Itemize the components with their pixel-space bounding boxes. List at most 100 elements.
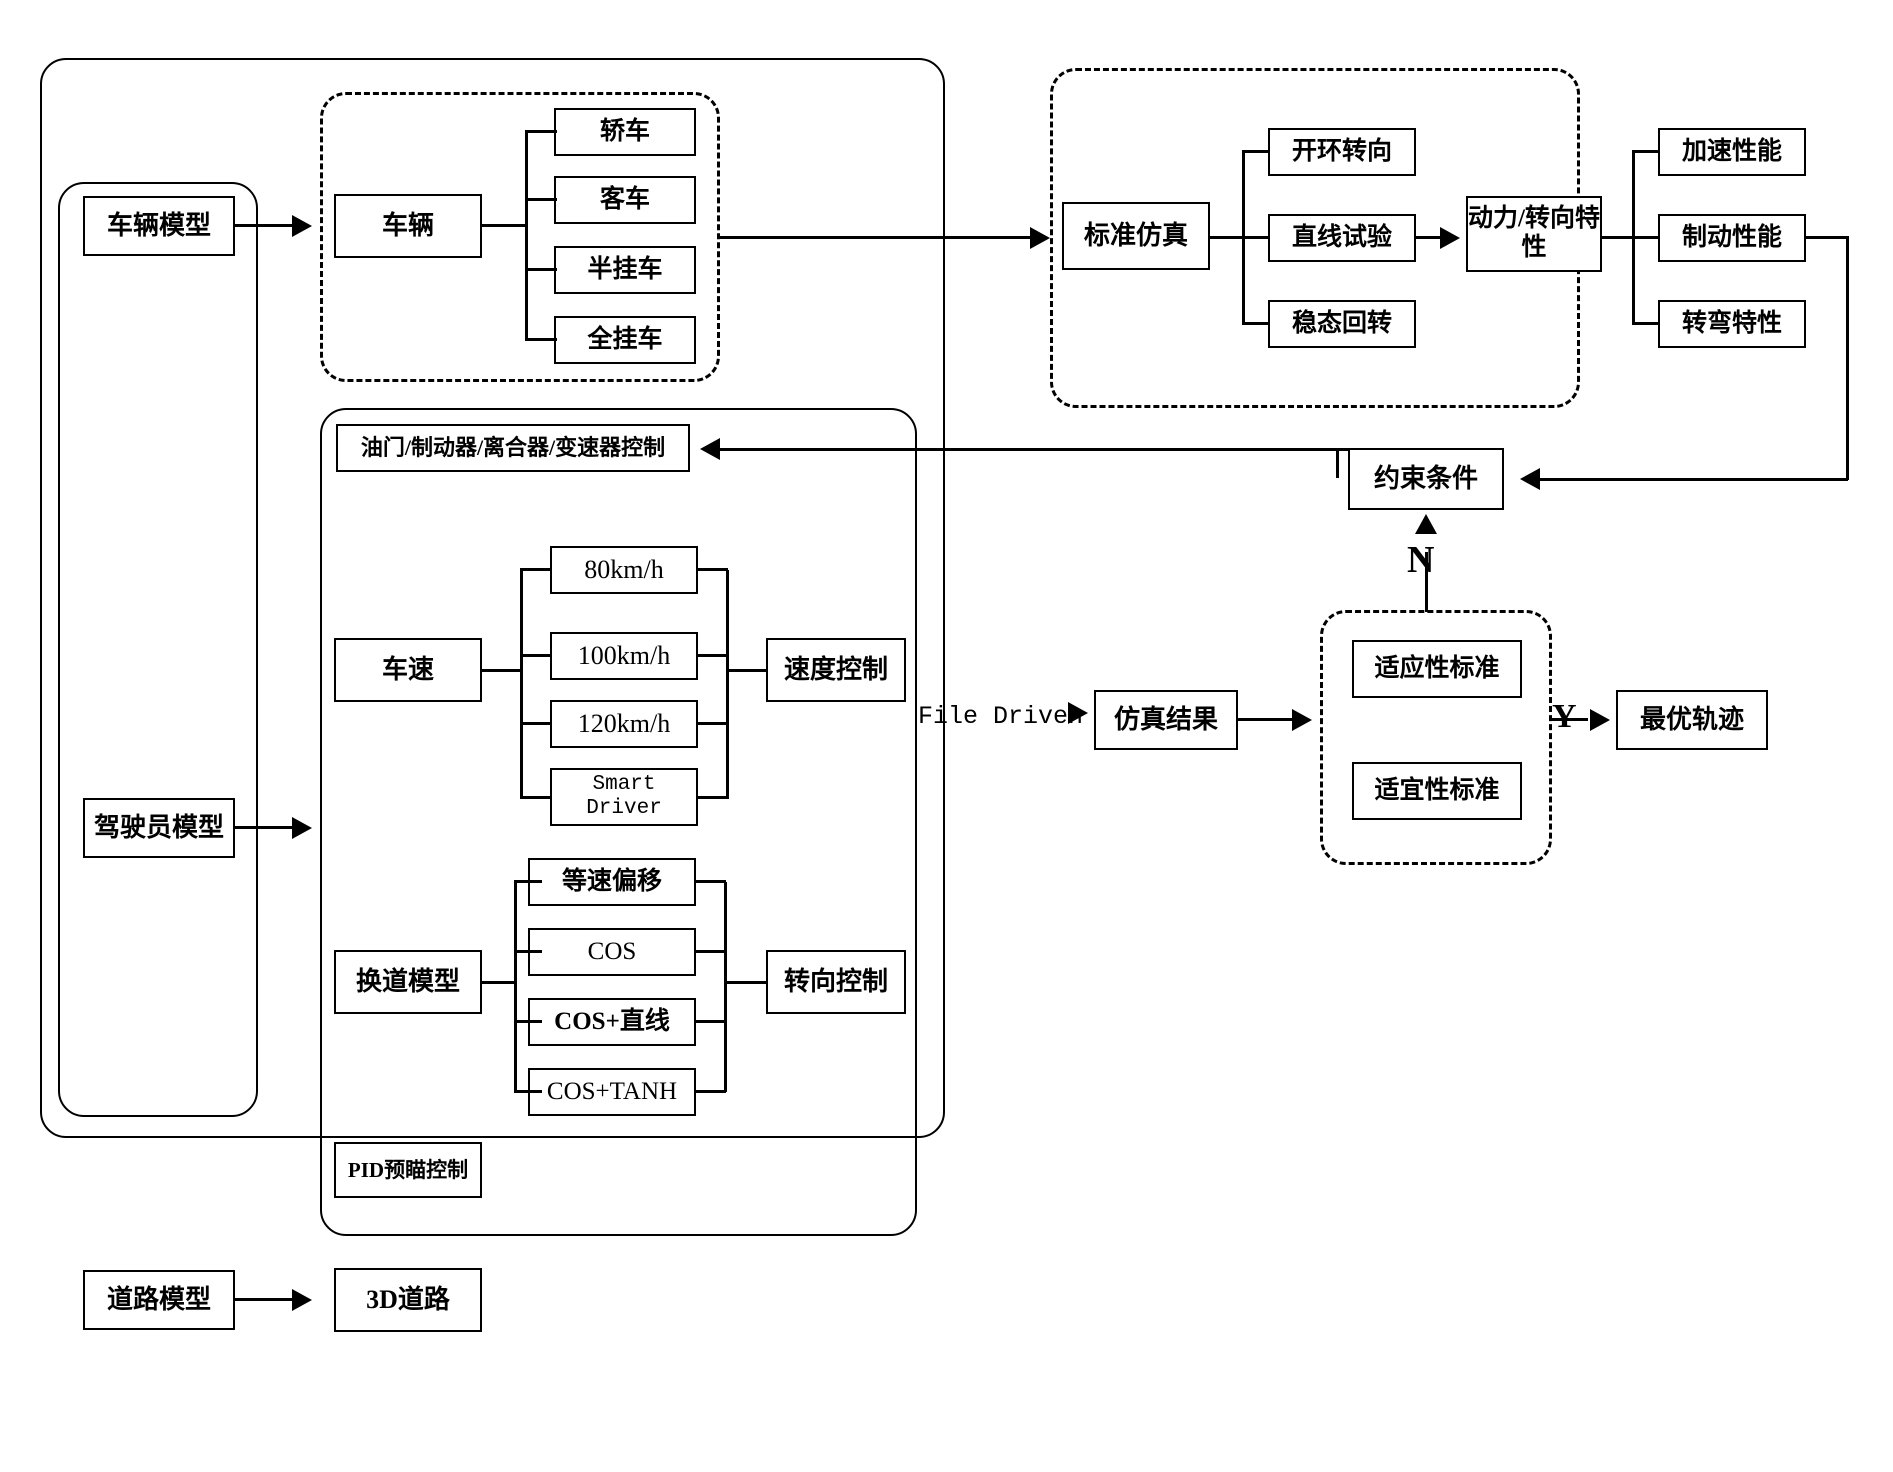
edge-simulation-result-to-criteria (1238, 718, 1300, 721)
arrowhead-criteria (1292, 709, 1312, 731)
edge-merge-to-speed-control (726, 669, 768, 672)
edge-speed-to-120 (520, 722, 552, 725)
arrowhead-power-steering-char (1440, 227, 1460, 249)
edge-road-model-to-3d-road (235, 1298, 295, 1301)
arrowhead-driver-group (292, 817, 312, 839)
node-vehicle-model[interactable]: 车辆模型 (83, 196, 235, 256)
edge-vehicle-to-bus (525, 198, 557, 201)
node-constraints[interactable]: 约束条件 (1348, 448, 1504, 510)
node-throttle-brake-clutch-transmission-control[interactable]: 油门/制动器/离合器/变速器控制 (336, 424, 690, 472)
edge-cos-tanh-to-merge (694, 1090, 726, 1093)
arrowhead-vehicle (292, 215, 312, 237)
node-test-steady-state-cornering[interactable]: 稳态回转 (1268, 300, 1416, 348)
edge-power-char-bus-stub (1602, 236, 1634, 239)
node-simulation-result[interactable]: 仿真结果 (1094, 690, 1238, 750)
edge-power-to-acceleration (1632, 150, 1660, 153)
edge-label-file-driven: File Driven (918, 702, 1084, 731)
node-pid-preview-control[interactable]: PID预瞄控制 (334, 1142, 482, 1198)
arrowhead-3d-road (292, 1289, 312, 1311)
edge-constraints-left-stub (1336, 448, 1350, 451)
edge-speed-merge-vertical (726, 570, 729, 799)
edge-vehicle-model-to-vehicle (235, 224, 295, 227)
node-test-straight-line[interactable]: 直线试验 (1268, 214, 1416, 262)
edge-smart-driver-to-merge (696, 796, 728, 799)
edge-vehicle-group-to-standard (718, 236, 1033, 239)
node-speed-120[interactable]: 120km/h (550, 700, 698, 748)
arrowhead-file-driven (1068, 702, 1088, 724)
edge-power-to-cornering (1632, 322, 1660, 325)
node-test-open-loop-steering[interactable]: 开环转向 (1268, 128, 1416, 176)
node-driver-model[interactable]: 驾驶员模型 (83, 798, 235, 858)
edge-label-yes-branch: Y (1552, 698, 1577, 735)
node-optimal-trajectory[interactable]: 最优轨迹 (1616, 690, 1768, 750)
node-adaptability-criterion[interactable]: 适应性标准 (1352, 640, 1522, 698)
arrowhead-constraints-from-right (1520, 468, 1540, 490)
edge-lane-merge-vertical (724, 882, 727, 1092)
edge-vehicle-to-fulltrailer (525, 338, 557, 341)
edge-lane-to-cos-tanh (514, 1090, 542, 1093)
node-suitability-criterion[interactable]: 适宜性标准 (1352, 762, 1522, 820)
edge-power-to-braking (1632, 236, 1660, 239)
node-vehicle-type-bus[interactable]: 客车 (554, 176, 696, 224)
edge-cos-to-merge (694, 950, 726, 953)
arrowhead-standard-simulation (1030, 227, 1050, 249)
node-3d-road[interactable]: 3D道路 (334, 1268, 482, 1332)
node-speed-100[interactable]: 100km/h (550, 632, 698, 680)
edge-standard-to-open-loop (1242, 150, 1270, 153)
node-smart-driver[interactable]: Smart Driver (550, 768, 698, 826)
node-performance-braking[interactable]: 制动性能 (1658, 214, 1806, 262)
edge-driver-model-to-driver-group (235, 826, 295, 829)
arrowhead-optimal-trajectory (1590, 709, 1610, 731)
edge-100-to-merge (696, 654, 728, 657)
edge-speed-bus-stub (482, 669, 522, 672)
edge-speed-to-smart-driver (520, 796, 552, 799)
node-road-model[interactable]: 道路模型 (83, 1270, 235, 1330)
node-vehicle-type-semitrailer[interactable]: 半挂车 (554, 246, 696, 294)
arrowhead-constraints-no-branch (1415, 514, 1437, 534)
node-lane-change-cos-line[interactable]: COS+直线 (528, 998, 696, 1046)
edge-merge-to-steering-control (724, 981, 768, 984)
edge-speed-to-100 (520, 654, 552, 657)
model-column-group (58, 182, 258, 1117)
node-performance-cornering[interactable]: 转弯特性 (1658, 300, 1806, 348)
edge-right-rail-to-constraints (1528, 478, 1848, 481)
edge-lane-to-constant-offset (514, 880, 542, 883)
node-speed[interactable]: 车速 (334, 638, 482, 702)
edge-vehicle-to-semitrailer (525, 268, 557, 271)
edge-vehicle-bus-stub (482, 224, 527, 227)
edge-speed-to-80 (520, 568, 552, 571)
edge-120-to-merge (696, 722, 728, 725)
edge-lane-to-cos (514, 950, 542, 953)
node-speed-80[interactable]: 80km/h (550, 546, 698, 594)
edge-results-to-right-rail (1804, 236, 1848, 239)
node-lane-change-cos[interactable]: COS (528, 928, 696, 976)
node-steering-control[interactable]: 转向控制 (766, 950, 906, 1014)
edge-standard-bus-stub (1210, 236, 1244, 239)
arrowhead-throttle-control (700, 438, 720, 460)
edge-speed-bus-vertical (520, 570, 523, 799)
node-speed-control[interactable]: 速度控制 (766, 638, 906, 702)
node-vehicle-type-sedan[interactable]: 轿车 (554, 108, 696, 156)
node-lane-change-constant-offset[interactable]: 等速偏移 (528, 858, 696, 906)
edge-right-rail-vertical (1846, 236, 1849, 480)
edge-vehicle-bus-vertical (525, 132, 528, 340)
edge-standard-to-straight-line (1242, 236, 1270, 239)
node-lane-change-model[interactable]: 换道模型 (334, 950, 482, 1014)
edge-cos-line-to-merge (694, 1020, 726, 1023)
edge-label-no-branch: N (1407, 539, 1435, 581)
node-vehicle[interactable]: 车辆 (334, 194, 482, 258)
edge-lane-to-cos-line (514, 1020, 542, 1023)
edge-lane-change-bus-vertical (514, 882, 517, 1092)
edge-80-to-merge (696, 568, 728, 571)
flowchart-canvas: 车辆模型 驾驶员模型 道路模型 车辆 轿车 客车 半挂车 全挂车 3D道路 油门… (0, 0, 1893, 1472)
node-power-steering-characteristics[interactable]: 动力/转向特性 (1466, 196, 1602, 272)
edge-standard-to-steady-state (1242, 322, 1270, 325)
edge-constraints-to-throttle-control (712, 448, 1338, 451)
edge-constant-offset-to-merge (694, 880, 726, 883)
node-standard-simulation[interactable]: 标准仿真 (1062, 202, 1210, 270)
edge-lane-change-bus-stub (482, 981, 516, 984)
node-performance-acceleration[interactable]: 加速性能 (1658, 128, 1806, 176)
node-lane-change-cos-tanh[interactable]: COS+TANH (528, 1068, 696, 1116)
node-vehicle-type-fulltrailer[interactable]: 全挂车 (554, 316, 696, 364)
edge-constraints-left-stub-vertical (1336, 450, 1339, 478)
